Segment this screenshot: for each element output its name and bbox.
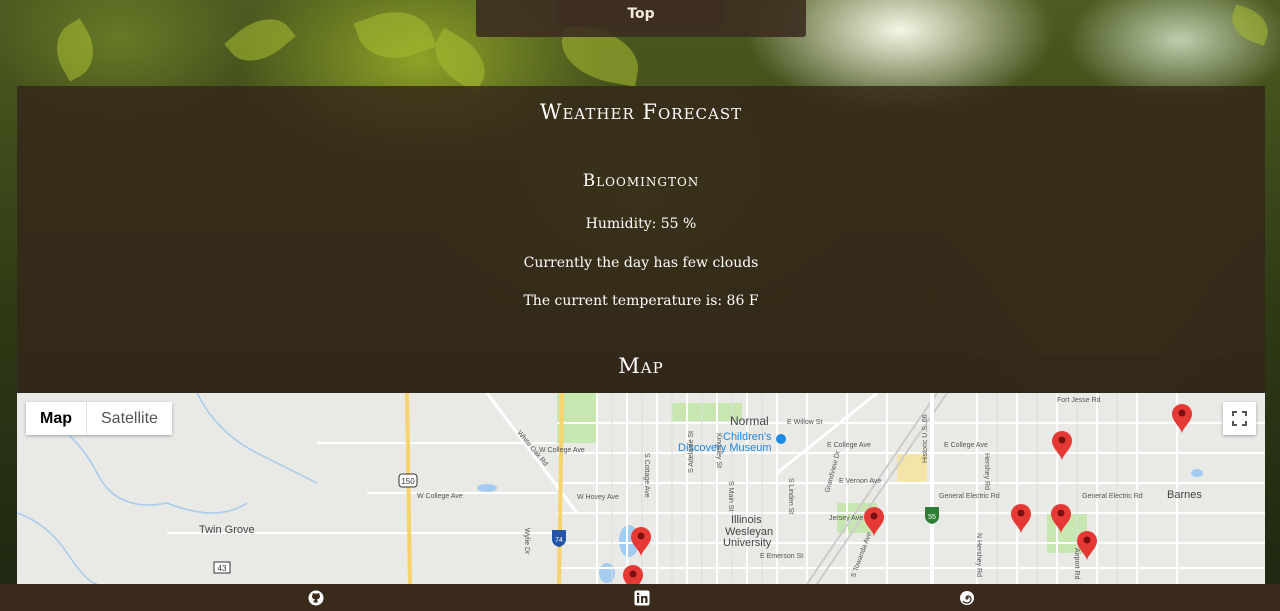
map-canvas[interactable]: 150 74 55 43 Normal Children's Discovery… (17, 393, 1265, 584)
street-e-college-ave-1: E College Ave (827, 442, 871, 449)
street-fort-jesse-rd: Fort Jesse Rd (1057, 397, 1101, 404)
conditions-text: Currently the day has few clouds (523, 255, 759, 271)
street-e-willow-st: E Willow St (787, 419, 822, 426)
footer (0, 584, 1280, 611)
street-e-emerson-st: E Emerson St (760, 553, 803, 560)
top-button[interactable]: Top (557, 0, 725, 27)
street-s-linden-st: S Linden St (787, 478, 794, 514)
svg-text:55: 55 (928, 514, 936, 521)
svg-text:150: 150 (401, 477, 415, 486)
fullscreen-icon (1232, 411, 1247, 426)
street-e-vernon-ave: E Vernon Ave (839, 478, 881, 485)
street-w-college-ave-1: W College Ave (539, 447, 585, 454)
us-150-shield: 150 (398, 473, 418, 488)
weather-title: Weather Forecast (539, 100, 743, 124)
label-barnes: Barnes (1167, 489, 1202, 501)
svg-text:74: 74 (555, 537, 563, 544)
temperature-text: The current temperature is: 86 F (523, 293, 759, 309)
street-s-adelaide-st: S Adelaide St (688, 431, 695, 473)
fullscreen-button[interactable] (1223, 402, 1256, 435)
museum-icon (776, 434, 786, 444)
street-kingsley-st: Kingsley St (715, 433, 722, 468)
street-w-hovey-ave: W Hovey Ave (577, 494, 619, 501)
street-wylie-dr: Wylie Dr (523, 528, 530, 555)
map-type-map-button[interactable]: Map (26, 402, 87, 435)
label-university: University (723, 537, 772, 549)
street-e-college-ave-2: E College Ave (944, 442, 988, 449)
map-type-control: Map Satellite (26, 402, 172, 435)
label-normal: Normal (730, 414, 769, 428)
street-hershey-rd: Hershey Rd (983, 453, 990, 490)
route-43-shield: 43 (213, 561, 231, 574)
spiral-icon[interactable] (959, 590, 975, 606)
weather-panel: Weather Forecast Bloomington Humidity: 5… (17, 86, 1265, 356)
street-s-main-st: S Main St (727, 481, 734, 511)
street-s-cottage-ave: S Cottage Ave (643, 453, 650, 498)
street-historic-us-66: Historic U.S. 66 (922, 414, 929, 463)
street-general-electric-rd-1: General Electric Rd (939, 493, 1000, 500)
label-illinois: Illinois (731, 514, 762, 526)
linkedin-icon[interactable] (634, 590, 650, 606)
city-name: Bloomington (582, 171, 700, 191)
label-twin-grove: Twin Grove (199, 524, 255, 536)
svg-text:43: 43 (218, 564, 227, 573)
map-title: Map (618, 354, 664, 378)
street-n-hershey-rd: N Hershey Rd (975, 533, 982, 577)
github-icon[interactable] (308, 590, 324, 606)
google-map[interactable]: 150 74 55 43 Normal Children's Discovery… (17, 393, 1265, 584)
humidity-text: Humidity: 55 % (585, 216, 697, 232)
map-type-satellite-button[interactable]: Satellite (87, 402, 172, 435)
map-header: Map (17, 356, 1265, 393)
street-jersey-ave: Jersey Ave (829, 515, 863, 522)
street-airport-rd: Airport Rd (1073, 548, 1080, 580)
top-nav-bar: Top (476, 0, 806, 37)
street-w-college-ave-2: W College Ave (417, 493, 463, 500)
street-general-electric-rd-2: General Electric Rd (1082, 493, 1143, 500)
